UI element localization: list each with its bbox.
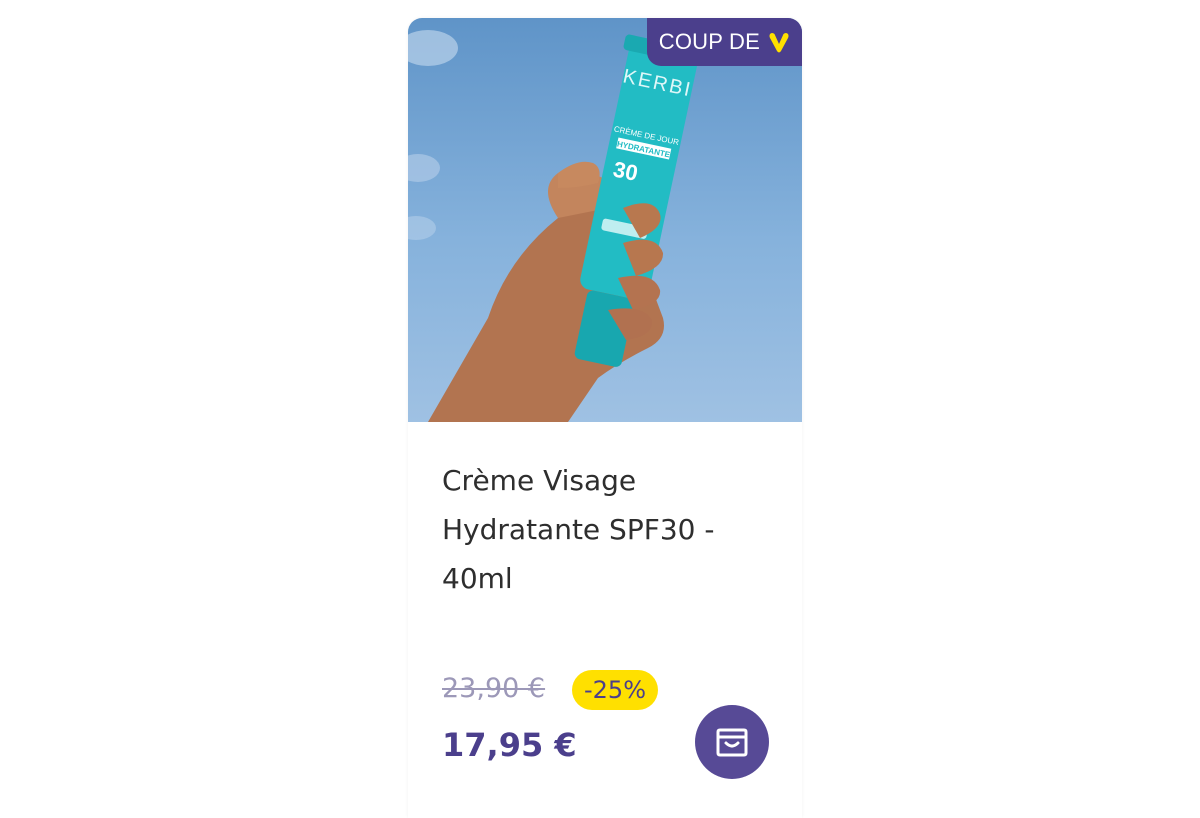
product-photo: KERBI CRÈME DE JOUR HYDRATANTE 30 — [408, 30, 706, 422]
add-to-cart-button[interactable] — [695, 705, 769, 779]
tube-spf: 30 — [611, 156, 640, 186]
favorite-badge: COUP DE — [646, 18, 802, 66]
old-price: 23,90 € — [442, 673, 546, 704]
product-card[interactable]: KERBI CRÈME DE JOUR HYDRATANTE 30 COUP D… — [408, 18, 802, 818]
current-price: 17,95 € — [442, 726, 577, 764]
heart-icon — [766, 29, 792, 55]
shopping-bag-icon — [712, 720, 752, 764]
discount-badge: -25% — [572, 670, 659, 710]
product-title[interactable]: Crème Visage Hydratante SPF30 - 40ml — [442, 456, 762, 603]
badge-label: COUP DE — [658, 29, 760, 54]
product-image[interactable]: KERBI CRÈME DE JOUR HYDRATANTE 30 COUP D… — [408, 18, 802, 422]
